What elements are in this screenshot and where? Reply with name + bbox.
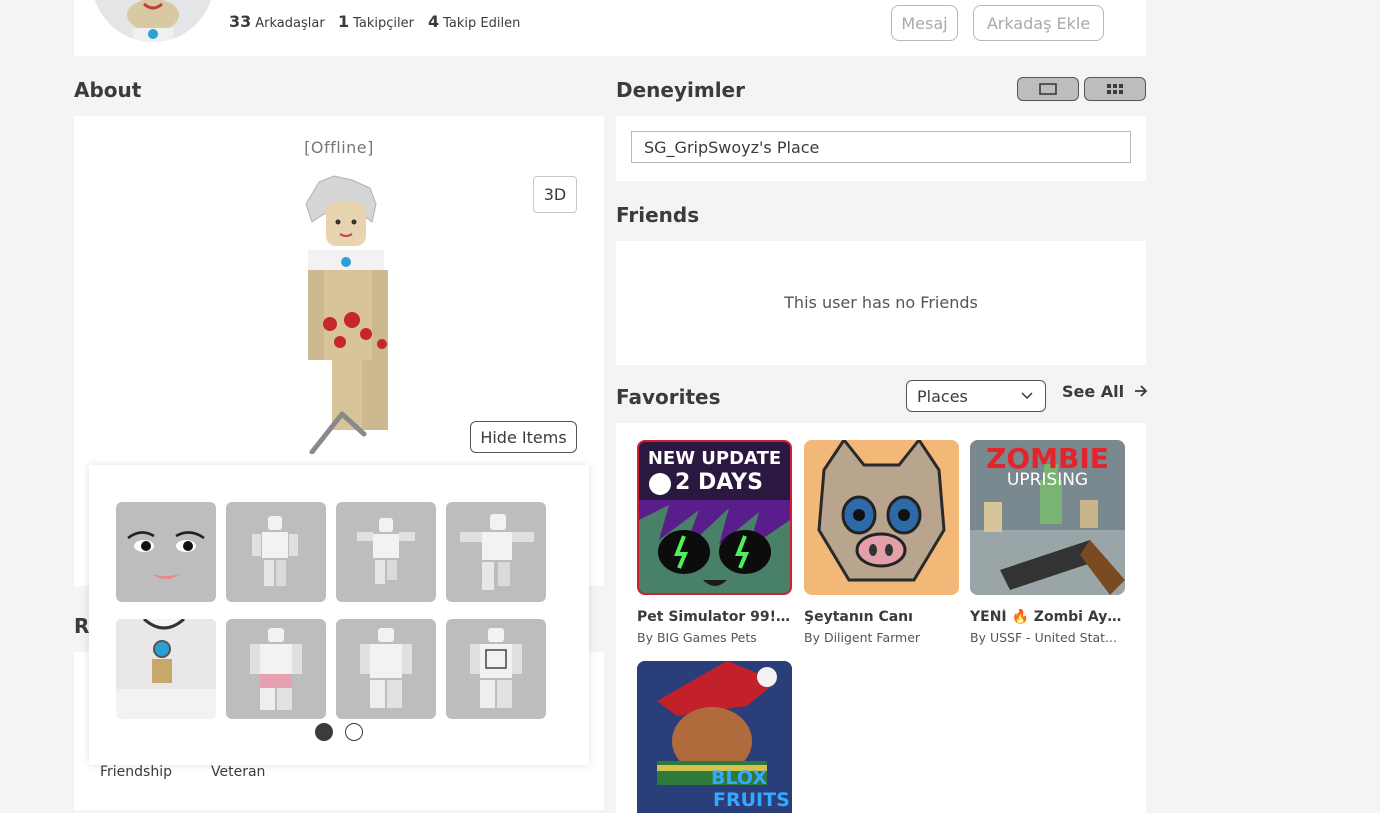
thumb-text: 2 DAYS	[675, 470, 763, 495]
game-thumbnail[interactable]: NEW UPDATE 2 DAYS	[637, 440, 792, 595]
game-card[interactable]: Şeytanın Canı By Diligent Farmer	[804, 440, 960, 645]
game-creator[interactable]: By Diligent Farmer	[804, 630, 960, 645]
game-card[interactable]: BLOX FRUITS	[637, 661, 793, 813]
game-card[interactable]: NEW UPDATE 2 DAYS Pet Simulator 99! (...…	[637, 440, 793, 645]
online-status: [Offline]	[304, 138, 374, 157]
favorites-panel: NEW UPDATE 2 DAYS Pet Simulator 99! (...…	[616, 423, 1146, 813]
character-icon	[357, 518, 415, 584]
necklace-icon	[116, 619, 216, 719]
hidden-section-title: R	[74, 614, 90, 638]
experience-selector[interactable]: SG_GripSwoyz's Place	[631, 131, 1131, 163]
experiences-panel: SG_GripSwoyz's Place	[616, 116, 1146, 181]
favorites-filter-value: Places	[917, 386, 968, 406]
item-face[interactable]	[116, 502, 216, 602]
avatar-figure	[305, 175, 388, 454]
character-icon	[360, 628, 412, 708]
following-count-stat[interactable]: 4 Takip Edilen	[428, 12, 520, 31]
game-thumbnail[interactable]: BLOX FRUITS	[637, 661, 792, 813]
avatar-items-popup	[89, 465, 589, 765]
friends-panel: This user has no Friends	[616, 241, 1146, 365]
grid-view-icon	[1107, 84, 1123, 94]
pagination-dot-2[interactable]	[345, 723, 363, 741]
item-pants[interactable]	[226, 619, 326, 719]
game-name[interactable]: Şeytanın Canı	[804, 609, 960, 625]
item-shirt[interactable]	[446, 619, 546, 719]
friends-count-stat[interactable]: 33 Arkadaşlar	[229, 12, 325, 31]
about-title: About	[74, 78, 142, 102]
favorites-title: Favorites	[616, 385, 721, 409]
item-animation-1[interactable]	[226, 502, 326, 602]
followers-count-stat[interactable]: 1 Takipçiler	[338, 12, 414, 31]
item-animation-2[interactable]	[336, 502, 436, 602]
arrow-right-icon	[1134, 385, 1148, 397]
message-button[interactable]: Mesaj	[891, 5, 958, 41]
item-body[interactable]	[336, 619, 436, 719]
see-all-link[interactable]: See All	[1062, 382, 1148, 401]
face-icon	[127, 531, 205, 579]
single-view-icon	[1039, 83, 1057, 95]
game-thumbnail[interactable]	[804, 440, 959, 595]
experiences-title: Deneyimler	[616, 78, 745, 102]
hide-items-button[interactable]: Hide Items	[470, 421, 577, 453]
cat-icon	[639, 500, 790, 593]
favorites-filter-dropdown[interactable]: Places	[906, 380, 1046, 412]
item-animation-3[interactable]	[446, 502, 546, 602]
chevron-down-icon	[1021, 392, 1033, 400]
game-creator[interactable]: By BIG Games Pets	[637, 630, 793, 645]
pagination-dot-1[interactable]	[315, 723, 333, 741]
thumb-text: UPRISING	[1006, 470, 1089, 490]
thumb-text: NEW UPDATE	[647, 448, 782, 469]
badge-friendship[interactable]: Friendship	[100, 764, 172, 780]
character-icon	[460, 514, 534, 590]
game-thumbnail[interactable]: ZOMBIE UPRISING	[970, 440, 1125, 595]
add-friend-button[interactable]: Arkadaş Ekle	[973, 5, 1104, 41]
friends-title: Friends	[616, 203, 700, 227]
item-accessory[interactable]	[116, 619, 216, 719]
grid-view-toggle[interactable]	[1084, 77, 1146, 101]
game-name[interactable]: Pet Simulator 99! (...	[637, 609, 793, 625]
thumb-clock	[649, 473, 671, 495]
character-icon	[250, 628, 302, 710]
game-name[interactable]: YENİ 🔥 Zombi Aya...	[970, 609, 1126, 625]
slideshow-view-toggle[interactable]	[1017, 77, 1079, 101]
game-card[interactable]: ZOMBIE UPRISING YENİ 🔥 Zombi Aya... By U…	[970, 440, 1126, 645]
character-icon	[252, 516, 298, 586]
thumb-text: BLOX	[711, 767, 768, 789]
character-icon	[470, 628, 522, 708]
toggle-3d-button[interactable]: 3D	[533, 176, 577, 213]
thumb-text: FRUITS	[713, 789, 790, 811]
game-creator[interactable]: By USSF - United Stat...	[970, 630, 1126, 645]
badge-veteran[interactable]: Veteran	[211, 764, 265, 780]
boar-mask-icon	[804, 440, 959, 595]
no-friends-message: This user has no Friends	[784, 293, 978, 312]
